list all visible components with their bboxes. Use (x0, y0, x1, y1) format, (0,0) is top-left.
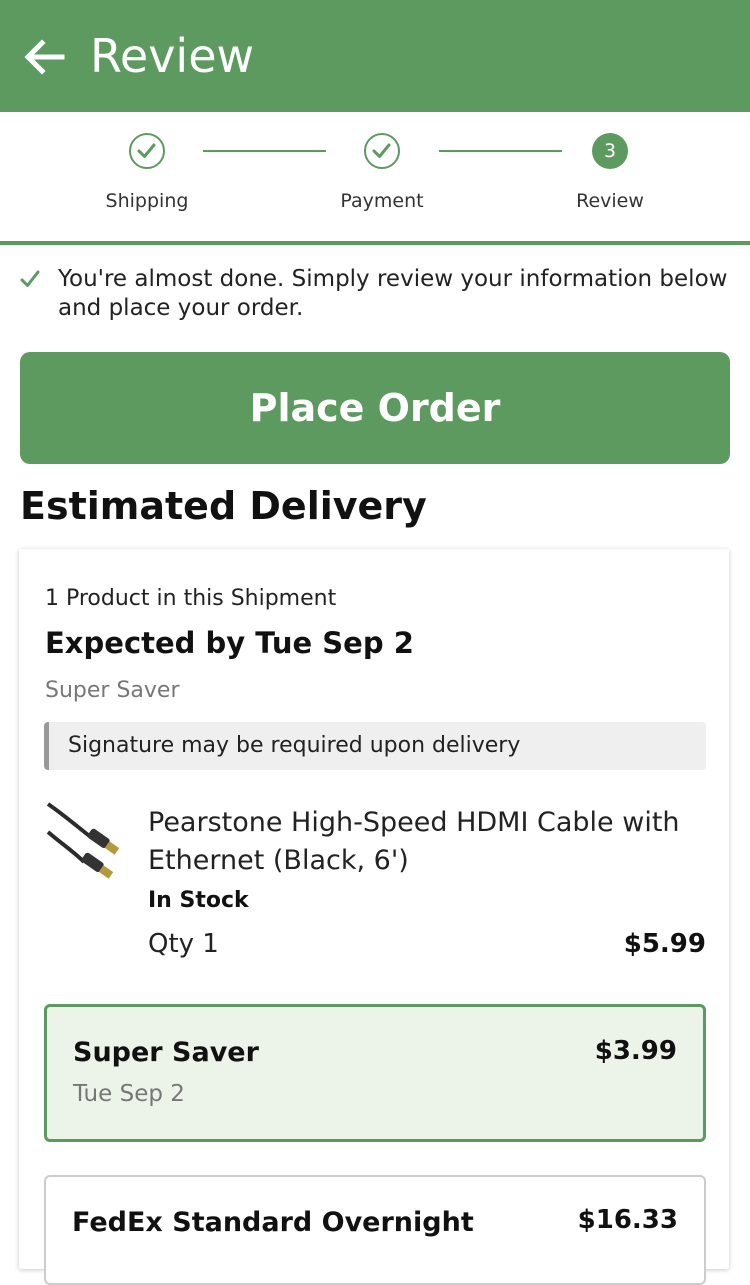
check-icon (372, 143, 391, 158)
product-name[interactable]: Pearstone High-Speed HDMI Cable with Eth… (148, 804, 708, 880)
step-connector (439, 150, 562, 152)
product-price: $5.99 (623, 929, 706, 959)
check-icon (20, 270, 40, 287)
step-label-shipping: Shipping (105, 190, 189, 212)
product-image (46, 802, 120, 879)
step-shipping-check (129, 133, 165, 169)
step-payment-check (364, 133, 400, 169)
checkout-stepper (0, 112, 750, 244)
option-name: FedEx Standard Overnight (72, 1207, 474, 1238)
shipment-count: 1 Product in this Shipment (45, 586, 337, 611)
section-title: Estimated Delivery (20, 484, 427, 528)
option-price: $16.33 (577, 1205, 678, 1235)
step-connector (203, 150, 326, 152)
product-quantity: Qty 1 (148, 929, 219, 959)
back-button[interactable] (22, 35, 66, 79)
step-review-number: 3 (592, 133, 628, 169)
expected-date: Expected by Tue Sep 2 (45, 626, 414, 660)
page-title: Review (90, 29, 255, 83)
option-date: Tue Sep 2 (73, 1081, 185, 1107)
place-order-button[interactable]: Place Order (20, 352, 730, 464)
check-icon (137, 143, 156, 158)
shipping-option-fedex-overnight[interactable]: FedEx Standard Overnight $16.33 (44, 1175, 706, 1285)
shipping-option-super-saver[interactable]: Super Saver Tue Sep 2 $3.99 (44, 1004, 706, 1142)
arrow-left-icon (24, 39, 65, 75)
step-label-payment: Payment (340, 190, 424, 212)
stepper-divider (0, 241, 750, 245)
signature-note: Signature may be required upon delivery (44, 722, 706, 770)
shipping-method: Super Saver (45, 678, 180, 703)
step-label-review: Review (576, 190, 644, 212)
notice-text: You're almost done. Simply review your i… (58, 266, 728, 321)
stock-status: In Stock (148, 888, 249, 913)
option-name: Super Saver (73, 1037, 259, 1068)
option-price: $3.99 (594, 1036, 677, 1066)
app-bar: Review (0, 0, 750, 112)
